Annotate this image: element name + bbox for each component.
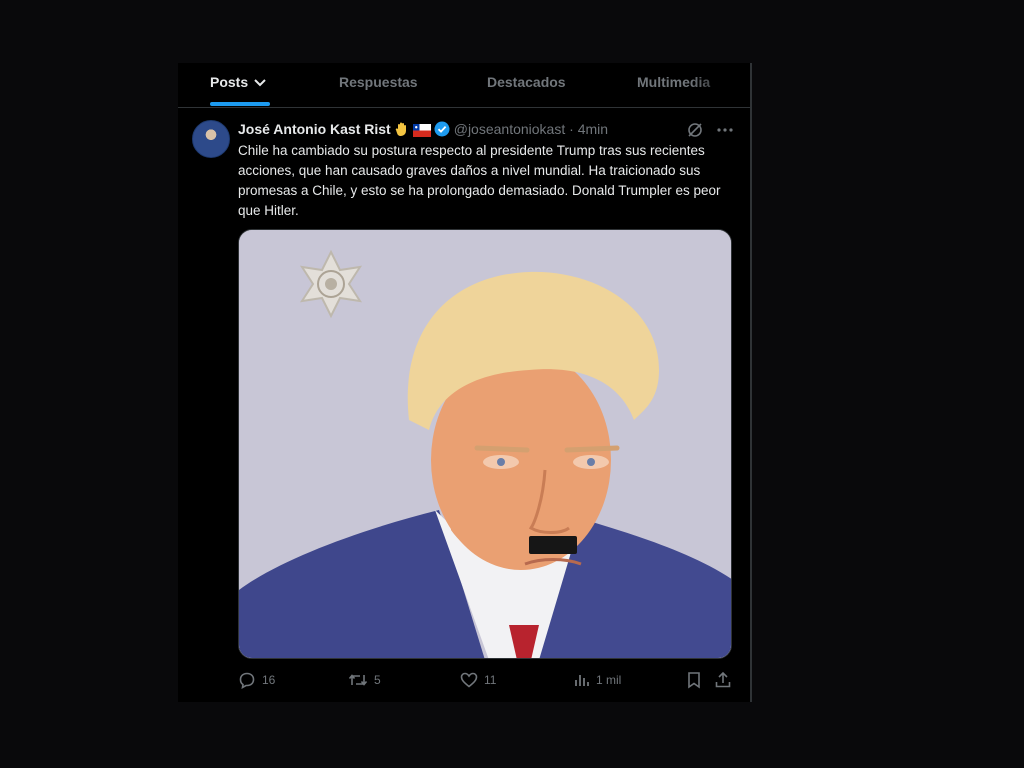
raised-hand-emoji-icon [394,121,410,140]
like-button[interactable]: 11 [460,669,496,691]
tweet-header: José Antonio Kast Rist @joseantoniokast ·… [238,121,738,141]
tab-respuestas[interactable]: Respuestas [339,63,418,107]
tab-posts[interactable]: Posts [210,63,270,107]
tweet-action-bar: 16 5 11 1 mil [238,669,738,691]
bookmark-icon [688,672,700,689]
tab-posts-label: Posts [210,74,249,90]
time-separator: · [569,121,574,137]
tab-respuestas-label: Respuestas [339,74,418,90]
post-panel: Posts Respuestas Destacados Multimedia J… [178,63,752,702]
tab-destacados-label: Destacados [487,74,566,90]
chevron-down-icon [254,63,266,101]
tab-destacados[interactable]: Destacados [487,63,566,107]
media-illustration [239,230,731,658]
profile-tab-bar: Posts Respuestas Destacados Multimedia [178,63,750,108]
chile-flag-icon [412,124,431,140]
verified-badge-icon[interactable] [434,121,450,140]
tweet-text: Chile ha cambiado su postura respecto al… [238,143,721,218]
repost-button[interactable]: 5 [348,669,381,691]
bookmark-button[interactable] [686,669,708,691]
reply-icon [239,672,255,689]
author-handle[interactable]: @joseantoniokast [454,121,566,137]
active-tab-indicator [210,102,270,106]
views-chart-icon [575,675,589,686]
avatar[interactable] [192,120,230,158]
views-button[interactable]: 1 mil [574,669,621,691]
views-count: 1 mil [596,673,622,687]
repost-count: 5 [374,673,381,687]
reply-button[interactable]: 16 [238,669,275,691]
repost-icon [348,674,368,686]
tab-overflow-fade [690,63,750,107]
share-button[interactable] [714,669,738,691]
like-count: 11 [484,673,497,687]
tweet-media-image[interactable] [238,229,732,659]
heart-icon [460,672,478,688]
reply-count: 16 [262,673,276,687]
post-time[interactable]: 4min [578,121,608,137]
share-icon [715,671,731,688]
author-name[interactable]: José Antonio Kast Rist [238,121,391,137]
